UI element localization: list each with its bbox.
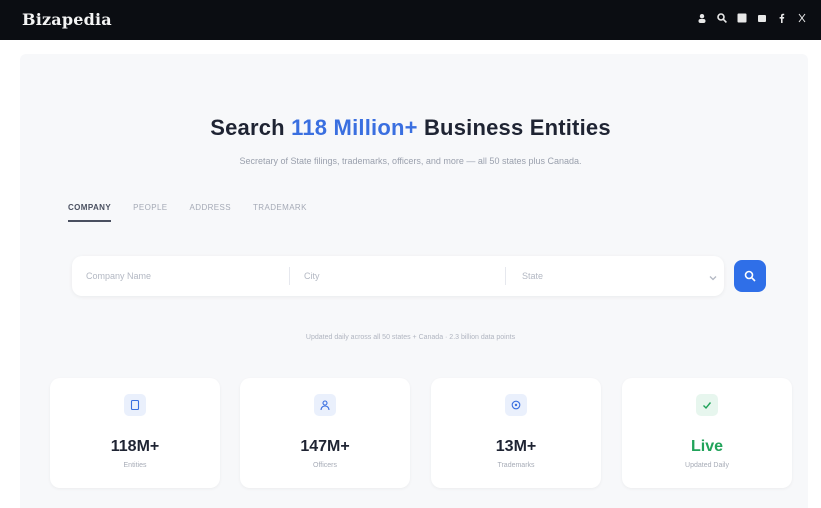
city-input[interactable] (290, 256, 504, 296)
search-icon (744, 270, 756, 282)
tab-people[interactable]: PEOPLE (133, 203, 167, 222)
company-name-input[interactable] (72, 256, 288, 296)
stat-card-officers: 147M+ Officers (240, 378, 410, 488)
title-suffix: Business Entities (417, 115, 611, 140)
tab-trademark[interactable]: TRADEMARK (253, 203, 307, 222)
person-icon (314, 394, 336, 416)
state-select-value: State (522, 271, 544, 281)
x-social-icon[interactable] (797, 13, 807, 23)
page-title: Search 118 Million+ Business Entities (0, 115, 821, 141)
facebook-icon[interactable] (777, 13, 787, 23)
site-logo[interactable]: Bizapedia (22, 10, 112, 29)
stat-value: 147M+ (300, 438, 350, 455)
trademark-icon (505, 394, 527, 416)
search-button[interactable] (734, 260, 766, 292)
city-field-wrap (290, 256, 504, 296)
stat-label: Updated Daily (685, 462, 729, 469)
company-name-field-wrap (72, 256, 288, 296)
tab-address[interactable]: ADDRESS (190, 203, 231, 222)
menu-icon[interactable] (757, 13, 767, 23)
stat-card-trademarks: 13M+ Trademarks (431, 378, 601, 488)
tab-company[interactable]: COMPANY (68, 203, 112, 222)
update-note: Updated daily across all 50 states + Can… (305, 334, 516, 341)
state-select[interactable]: State (506, 256, 724, 296)
search-icon[interactable] (717, 13, 727, 23)
stat-value: 13M+ (495, 438, 537, 455)
stat-value: Live (690, 438, 723, 455)
stat-card-updated: Live Updated Daily (622, 378, 792, 488)
search-bar: State (72, 256, 724, 296)
stat-value: 118M+ (110, 438, 160, 455)
title-prefix: Search (210, 115, 292, 140)
chevron-down-icon (708, 270, 718, 281)
stat-label: Trademarks (497, 462, 535, 469)
top-icon-group (697, 13, 807, 23)
top-bar: Bizapedia (0, 0, 821, 40)
search-tabs: COMPANY PEOPLE ADDRESS TRADEMARK (68, 203, 307, 222)
grid-icon[interactable] (737, 13, 747, 23)
building-icon (124, 394, 146, 416)
user-icon[interactable] (697, 13, 707, 23)
check-icon (696, 394, 718, 416)
stat-card-entities: 118M+ Entities (50, 378, 220, 488)
stat-label: Entities (123, 462, 147, 469)
title-accent: 118 Million+ (291, 115, 418, 140)
page-subtitle: Secretary of State filings, trademarks, … (239, 156, 582, 166)
stat-label: Officers (313, 462, 337, 469)
